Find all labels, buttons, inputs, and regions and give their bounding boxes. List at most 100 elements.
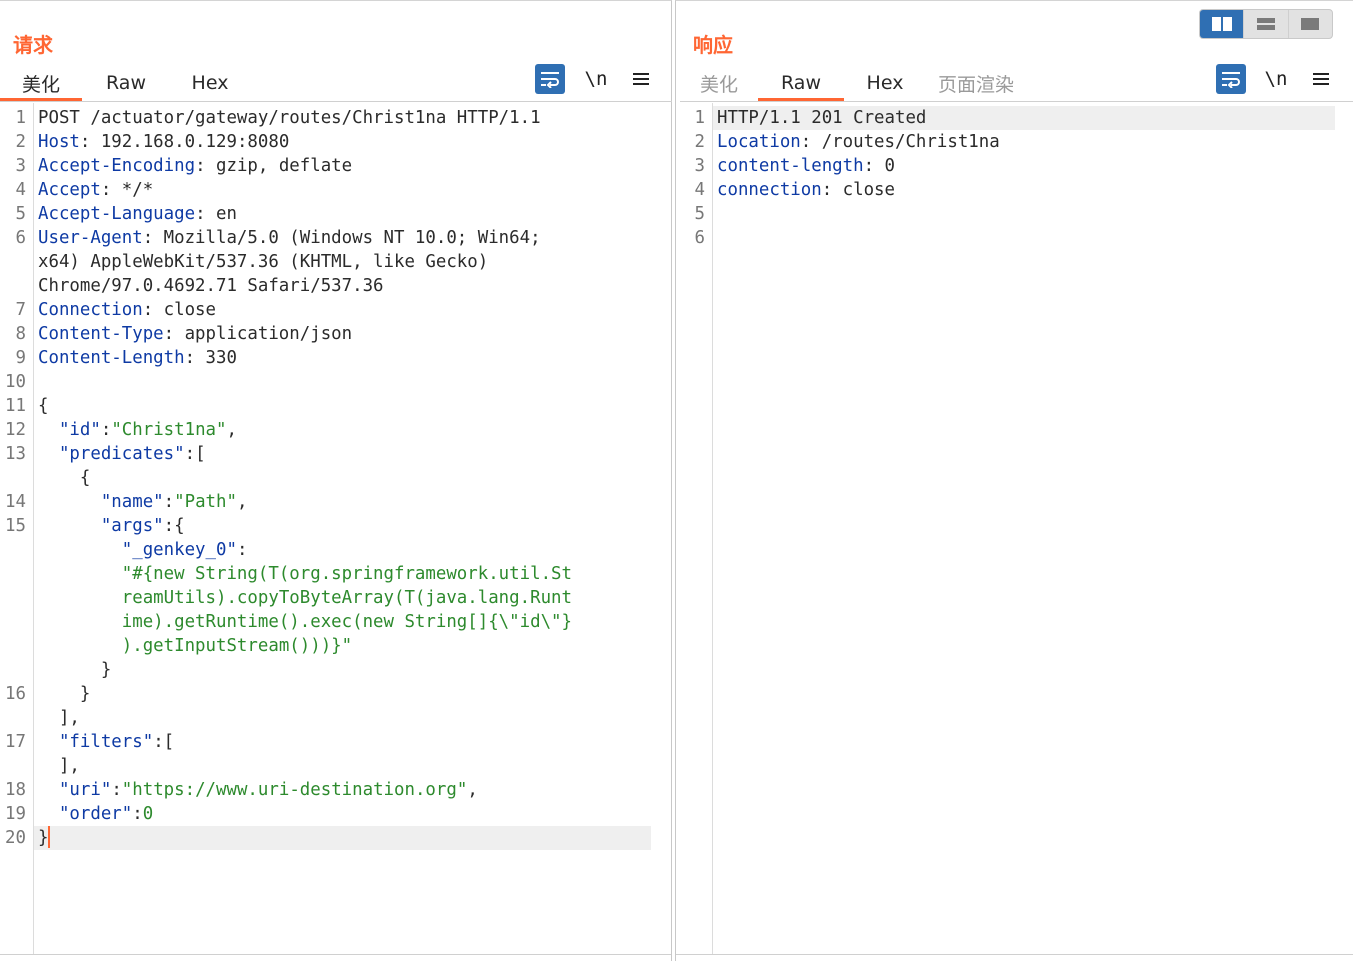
- response-tab-pretty-label: 美化: [699, 73, 738, 96]
- single-pane-layout-icon: [1301, 18, 1320, 30]
- request-code-line: 13 "predicates":[: [0, 442, 671, 466]
- request-line-number: 15: [5, 516, 26, 536]
- request-line-text: "order":0: [34, 802, 153, 826]
- request-line-number: 5: [15, 204, 26, 224]
- request-code-token: Connection: [38, 300, 143, 320]
- request-code-line: 17 "filters":[: [0, 730, 671, 754]
- request-code-token: [38, 564, 122, 584]
- response-line-text: Location: /routes/Christ1na: [713, 130, 1000, 154]
- request-line-number: 12: [5, 420, 26, 440]
- request-line-number: 19: [5, 804, 26, 824]
- request-code-token: "args": [100, 516, 164, 536]
- request-tab-pretty-label: 美化: [21, 73, 60, 96]
- request-code-token: [38, 492, 101, 512]
- request-code-token: :: [163, 492, 175, 512]
- request-line-text: reamUtils).copyToByteArray(T(java.lang.R…: [34, 586, 572, 610]
- response-pane: 响应 美化 Raw Hex 页面渲染 \n 1 HTTP/1.1 201 Crea…: [675, 0, 1353, 961]
- response-code-token: Location: [717, 132, 801, 152]
- request-code-line: 7 Connection: close: [0, 298, 671, 322]
- wrap-lines-icon: [541, 72, 559, 88]
- request-line-text: Connection: close: [34, 298, 216, 322]
- request-menu-button[interactable]: [626, 64, 656, 94]
- request-show-newlines-button[interactable]: \n: [581, 64, 611, 94]
- request-line-number: [0, 634, 34, 658]
- request-code-token: : application/json: [163, 324, 353, 344]
- response-tab-render[interactable]: 页面渲染: [926, 65, 1026, 101]
- response-line-number: 6: [694, 228, 705, 248]
- request-code-line: ).getInputStream()))}": [0, 634, 671, 658]
- request-line-number: [0, 538, 34, 562]
- request-tab-pretty[interactable]: 美化: [0, 65, 82, 101]
- request-editor[interactable]: 1 POST /actuator/gateway/routes/Christ1na…: [0, 103, 671, 954]
- single-pane-layout-button[interactable]: [1289, 10, 1332, 38]
- request-line-text: Chrome/97.0.4692.71 Safari/537.36: [34, 274, 384, 298]
- response-line-number: 2: [694, 132, 705, 152]
- request-code-token: POST /actuator/gateway/routes/Christ1na …: [38, 108, 541, 128]
- request-code-token: reamUtils).copyToByteArray(T(java.lang.R…: [121, 588, 572, 608]
- response-tab-raw[interactable]: Raw: [758, 65, 844, 101]
- request-wrap-lines-button[interactable]: [535, 64, 565, 94]
- request-line-number: [0, 610, 34, 634]
- request-line-number: 20: [5, 828, 26, 848]
- response-code-token: : /routes/Christ1na: [800, 132, 1000, 152]
- request-code-line: ],: [0, 706, 671, 730]
- response-wrap-lines-button[interactable]: [1216, 64, 1246, 94]
- response-line-number: 5: [694, 204, 705, 224]
- request-line-number: 18: [5, 780, 26, 800]
- request-code-line: 20}: [0, 826, 671, 850]
- request-line-number: 9: [15, 348, 26, 368]
- request-code-line: "#{new String(T(org.springframework.util…: [0, 562, 671, 586]
- request-tab-raw[interactable]: Raw: [82, 65, 170, 101]
- request-code-token: Accept-Language: [38, 204, 196, 224]
- request-code-token: [38, 636, 122, 656]
- request-line-text: Host: 192.168.0.129:8080: [34, 130, 289, 154]
- request-line-text: POST /actuator/gateway/routes/Christ1na …: [34, 106, 541, 130]
- response-line-number: 3: [694, 156, 705, 176]
- request-code-token: ],: [38, 708, 80, 728]
- request-code-token: : 192.168.0.129:8080: [79, 132, 290, 152]
- request-code-line: 5 Accept-Language: en: [0, 202, 671, 226]
- request-code-line: "_genkey_0":: [0, 538, 671, 562]
- request-code-token: :: [132, 804, 143, 824]
- stacked-layout-button[interactable]: [1244, 10, 1289, 38]
- request-line-text: Content-Length: 330: [34, 346, 237, 370]
- request-code-line: 19 "order":0: [0, 802, 671, 826]
- request-code-line: 9 Content-Length: 330: [0, 346, 671, 370]
- request-line-number: [0, 658, 34, 682]
- request-code-line: ],: [0, 754, 671, 778]
- request-code-token: "Path": [174, 492, 237, 512]
- response-tab-pretty[interactable]: 美化: [680, 65, 758, 101]
- request-code-line: {: [0, 466, 671, 490]
- response-line-number: 4: [694, 180, 705, 200]
- request-line-number: 13: [5, 444, 26, 464]
- response-show-newlines-button[interactable]: \n: [1261, 64, 1291, 94]
- request-line-text: "args":{: [34, 514, 185, 538]
- request-tab-hex[interactable]: Hex: [170, 65, 250, 101]
- request-code-token: ],: [38, 756, 80, 776]
- request-code-line: 6 User-Agent: Mozilla/5.0 (Windows NT 10.…: [0, 226, 671, 250]
- response-code-token: : 0: [863, 156, 896, 176]
- request-code-token: ime).getRuntime().exec(new String[]{\"id…: [121, 612, 572, 632]
- response-tab-raw-label: Raw: [781, 72, 821, 94]
- response-editor[interactable]: 1 HTTP/1.1 201 Created 2 Location: /routes/…: [676, 103, 1353, 954]
- response-menu-button[interactable]: [1306, 64, 1336, 94]
- side-by-side-layout-button[interactable]: [1200, 10, 1245, 38]
- request-code-token: "uri": [58, 780, 112, 800]
- request-line-number: 10: [5, 372, 26, 392]
- response-code-line: 2 Location: /routes/Christ1na: [676, 130, 1353, 154]
- response-tab-hex[interactable]: Hex: [844, 65, 926, 101]
- response-code-token: : close: [821, 180, 895, 200]
- request-code-line: 16 }: [0, 682, 671, 706]
- hamburger-menu-icon: [633, 70, 649, 88]
- request-line-text: "name":"Path",: [34, 490, 248, 514]
- response-line-text: HTTP/1.1 201 Created: [713, 106, 1335, 130]
- request-line-text: Content-Type: application/json: [34, 322, 352, 346]
- request-line-number: 1: [15, 108, 26, 128]
- request-code-token: :: [236, 540, 248, 560]
- request-line-number: [0, 706, 34, 730]
- request-bottom-border: [0, 954, 671, 955]
- request-code-token: "_genkey_0": [121, 540, 237, 560]
- request-line-number: 6: [15, 228, 26, 248]
- request-code-token: ).getInputStream()))}": [121, 636, 353, 656]
- request-title: 请求: [13, 33, 53, 57]
